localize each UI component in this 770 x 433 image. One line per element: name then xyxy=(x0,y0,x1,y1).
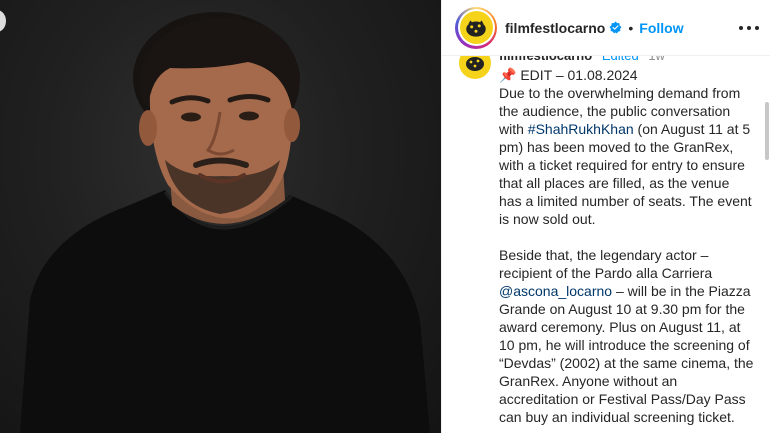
mention-link[interactable]: @ascona_locarno xyxy=(499,283,612,299)
profile-avatar[interactable] xyxy=(455,6,497,49)
caption-text: 📌 EDIT – 01.08.2024 Due to the overwhelm… xyxy=(499,66,755,426)
caption-area[interactable]: filmfestlocarno Edited 1w 📌 EDIT – 01.08… xyxy=(442,40,770,433)
leopard-logo-icon xyxy=(466,19,486,37)
post-photo[interactable] xyxy=(0,0,441,433)
follow-button[interactable]: Follow xyxy=(639,20,683,36)
post-side-panel: filmfestlocarno Edited 1w 📌 EDIT – 01.08… xyxy=(441,0,770,433)
edit-line: 📌 EDIT – 01.08.2024 xyxy=(499,67,638,83)
scrollbar[interactable] xyxy=(765,102,769,160)
separator-dot: • xyxy=(628,19,634,36)
hashtag-link[interactable]: #ShahRukhKhan xyxy=(528,121,634,137)
profile-username[interactable]: filmfestlocarno xyxy=(505,20,605,36)
caption-paragraph-2b: – will be in the Piazza Grande on August… xyxy=(499,283,758,425)
portrait-illustration xyxy=(20,12,430,433)
verified-badge-icon xyxy=(609,21,622,34)
caption-paragraph-2a: Beside that, the legendary actor – recip… xyxy=(499,247,717,281)
post-header: filmfestlocarno • Follow xyxy=(442,0,770,56)
more-options-icon[interactable] xyxy=(739,19,759,37)
